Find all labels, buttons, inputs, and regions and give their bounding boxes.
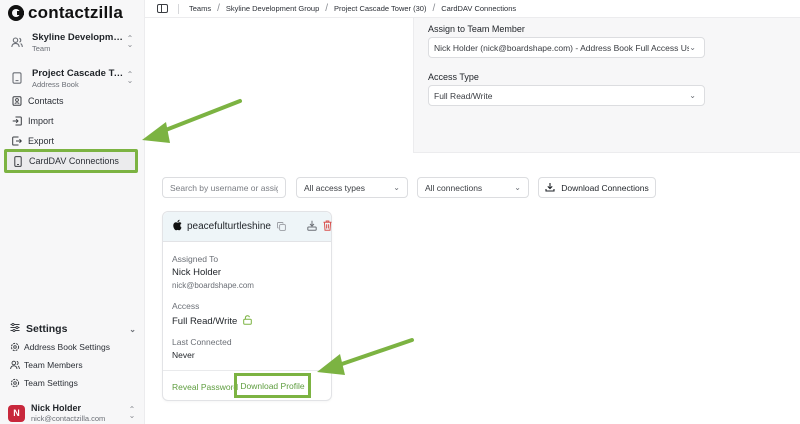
gear-icon: [10, 378, 20, 388]
address-book-type: Address Book: [32, 79, 79, 89]
user-email: nick@contactzilla.com: [31, 414, 106, 423]
users-icon: [10, 360, 20, 370]
connection-card: peacefulturtleshine Assigned To Nick Hol…: [162, 211, 332, 401]
access-type-filter-value: All access types: [304, 182, 365, 193]
annotation-arrow-head: [142, 122, 170, 143]
download-profile-label: Download Profile: [240, 380, 305, 391]
last-connected-value: Never: [172, 350, 195, 360]
chevron-updown-icon: ⌃ ⌄: [126, 34, 134, 49]
divider: [178, 3, 179, 14]
breadcrumb-team[interactable]: Skyline Development Group: [226, 4, 319, 13]
assign-label: Assign to Team Member: [428, 24, 525, 34]
sidebar-item-export[interactable]: Export: [12, 133, 54, 149]
settings-item-address-book[interactable]: Address Book Settings: [10, 340, 110, 354]
access-type-label: Access Type: [428, 72, 479, 82]
users-icon: [10, 35, 24, 49]
settings-item-label: Address Book Settings: [24, 342, 110, 352]
access-row: Full Read/Write: [172, 315, 253, 328]
card-header: peacefulturtleshine: [163, 212, 332, 242]
download-connections-button[interactable]: Download Connections: [538, 177, 656, 198]
sidebar-item-label: Contacts: [28, 96, 64, 106]
chevron-updown-icon: ⌃ ⌄: [126, 70, 134, 85]
settings-item-team-settings[interactable]: Team Settings: [10, 376, 78, 390]
assigned-email: nick@boardshape.com: [172, 281, 254, 290]
gear-icon: [10, 342, 20, 352]
access-value: Full Read/Write: [172, 316, 238, 327]
sidebar-item-contacts[interactable]: Contacts: [12, 93, 64, 109]
settings-item-team-members[interactable]: Team Members: [10, 358, 83, 372]
user-menu[interactable]: N Nick Holder nick@contactzilla.com ⌃ ⌄: [8, 402, 136, 424]
sidebar-item-import[interactable]: Import: [12, 113, 54, 129]
breadcrumb-separator: /: [325, 3, 329, 14]
contacts-icon: [12, 96, 22, 106]
sliders-icon: [10, 322, 20, 335]
access-type-filter[interactable]: All access types ⌄: [296, 177, 408, 198]
divider: [163, 370, 331, 371]
chevron-down-icon: ⌄: [393, 183, 400, 192]
user-name: Nick Holder: [31, 403, 82, 413]
connections-filter-value: All connections: [425, 182, 483, 193]
access-label: Access: [172, 301, 200, 311]
search-field[interactable]: [162, 177, 286, 198]
breadcrumb-separator: /: [432, 3, 436, 14]
download-connections-label: Download Connections: [561, 182, 649, 193]
last-connected-label: Last Connected: [172, 337, 232, 347]
device-icon: [13, 155, 23, 167]
settings-label: Settings: [26, 323, 68, 335]
reveal-password-link[interactable]: Reveal Password: [172, 382, 238, 392]
assigned-to-label: Assigned To: [172, 254, 219, 264]
team-switcher[interactable]: Skyline Developmen... Team ⌃ ⌄: [10, 30, 134, 54]
settings-item-label: Team Settings: [24, 378, 78, 388]
search-input[interactable]: [170, 182, 278, 193]
connections-filter[interactable]: All connections ⌄: [417, 177, 529, 198]
team-name: Skyline Developmen...: [32, 31, 126, 43]
apple-icon: [172, 219, 182, 234]
logo-icon: [8, 5, 24, 21]
book-icon: [10, 71, 24, 85]
sidebar-item-label: Export: [28, 136, 55, 146]
sidebar-item-carddav-connections[interactable]: CardDAV Connections: [4, 149, 138, 173]
install-profile-icon[interactable]: [307, 220, 317, 234]
chevron-down-icon: ⌄: [129, 324, 136, 334]
sidebar: contactzilla Skyline Developmen... Team …: [0, 0, 145, 424]
sidebar-item-label: Import: [28, 116, 54, 126]
access-type-select[interactable]: Full Read/Write ⌄: [428, 85, 705, 106]
annotation-arrow-shaft: [156, 99, 242, 135]
address-book-switcher[interactable]: Project Cascade Tow... Address Book ⌃ ⌄: [10, 66, 134, 90]
address-book-name: Project Cascade Tow...: [32, 67, 126, 79]
annotation-arrow-shaft: [334, 338, 414, 368]
trash-icon[interactable]: [323, 220, 332, 234]
copy-icon[interactable]: [277, 220, 286, 234]
settings-section-toggle[interactable]: Settings ⌄: [10, 322, 136, 336]
chevron-down-icon: ⌄: [514, 183, 521, 192]
breadcrumb-current-page: CardDAV Connections: [441, 4, 517, 13]
app-logo[interactable]: contactzilla: [8, 3, 123, 23]
team-type: Team: [32, 43, 51, 53]
assign-member-value: Nick Holder (nick@boardshape.com) - Addr…: [434, 42, 690, 53]
new-connection-form: Assign to Team Member Nick Holder (nick@…: [413, 18, 800, 153]
chevron-down-icon: ⌄: [689, 91, 696, 100]
sidebar-item-label: CardDAV Connections: [29, 156, 119, 166]
access-type-value: Full Read/Write: [434, 90, 493, 101]
avatar: N: [8, 404, 25, 422]
connection-username: peacefulturtleshine: [187, 221, 271, 232]
download-profile-link[interactable]: Download Profile: [234, 373, 311, 398]
download-icon: [545, 182, 555, 194]
assign-member-select[interactable]: Nick Holder (nick@boardshape.com) - Addr…: [428, 37, 705, 58]
breadcrumb-address-book[interactable]: Project Cascade Tower (30): [334, 4, 426, 13]
breadcrumb-separator: /: [217, 3, 220, 14]
export-icon: [12, 136, 22, 146]
breadcrumb-teams[interactable]: Teams: [189, 4, 211, 13]
assigned-name: Nick Holder: [172, 267, 222, 278]
logo-text: contactzilla: [28, 3, 123, 22]
settings-item-label: Team Members: [24, 360, 83, 370]
sidebar-toggle-icon[interactable]: [157, 4, 168, 13]
chevron-updown-icon: ⌃ ⌄: [128, 405, 136, 420]
top-bar: Teams / Skyline Development Group / Proj…: [145, 0, 800, 18]
unlock-icon: [243, 315, 253, 328]
import-icon: [12, 116, 22, 126]
chevron-down-icon: ⌄: [689, 43, 696, 52]
